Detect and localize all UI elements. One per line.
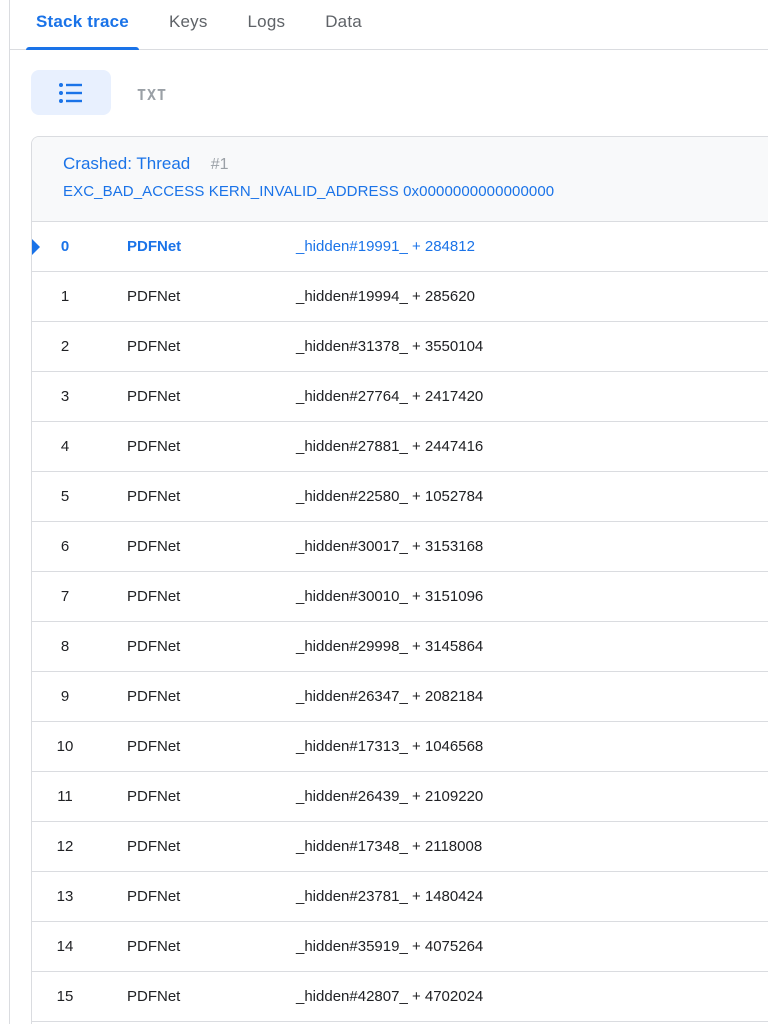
thread-number: #1 <box>210 156 229 173</box>
frame-library: PDFNet <box>127 238 182 255</box>
table-row[interactable]: 12 PDFNet _hidden#17348_ + 2118008 <box>32 822 768 872</box>
frame-symbol: _hidden#30017_ + 3153168 <box>296 538 484 555</box>
frame-index: 0 <box>60 238 70 255</box>
frame-library: PDFNet <box>127 788 181 805</box>
tab-stack-trace[interactable]: Stack trace <box>26 0 139 50</box>
crash-header[interactable]: Crashed: Thread #1 EXC_BAD_ACCESS KERN_I… <box>32 137 768 222</box>
frame-symbol: _hidden#23781_ + 1480424 <box>296 888 484 905</box>
frame-library: PDFNet <box>127 838 181 855</box>
frame-index: 3 <box>60 388 70 405</box>
frame-index: 9 <box>60 688 70 705</box>
frame-index: 6 <box>60 538 70 555</box>
frame-index: 15 <box>56 988 74 1005</box>
frame-index: 2 <box>60 338 70 355</box>
frame-library: PDFNet <box>127 938 181 955</box>
frame-symbol: _hidden#27881_ + 2447416 <box>296 438 484 455</box>
frame-library: PDFNet <box>127 988 181 1005</box>
frame-index: 4 <box>60 438 70 455</box>
frame-index: 5 <box>60 488 70 505</box>
frame-library: PDFNet <box>127 638 181 655</box>
frame-library: PDFNet <box>127 288 181 305</box>
list-icon <box>59 82 82 103</box>
table-row[interactable]: 10 PDFNet _hidden#17313_ + 1046568 <box>32 722 768 772</box>
frame-symbol: _hidden#29998_ + 3145864 <box>296 638 484 655</box>
tab-bar: Stack trace Keys Logs Data <box>10 0 768 50</box>
frame-index: 14 <box>56 938 74 955</box>
table-row[interactable]: 8 PDFNet _hidden#29998_ + 3145864 <box>32 622 768 672</box>
frame-library: PDFNet <box>127 588 181 605</box>
frame-symbol: _hidden#26347_ + 2082184 <box>296 688 484 705</box>
frame-symbol: _hidden#31378_ + 3550104 <box>296 338 484 355</box>
frame-index: 11 <box>57 788 73 805</box>
table-row[interactable]: 3 PDFNet _hidden#27764_ + 2417420 <box>32 372 768 422</box>
frame-index: 7 <box>60 588 70 605</box>
stack-trace-panel: Crashed: Thread #1 EXC_BAD_ACCESS KERN_I… <box>31 136 768 1024</box>
txt-view-button[interactable]: TXT <box>137 86 167 104</box>
frame-symbol: _hidden#19991_ + 284812 <box>296 238 475 255</box>
frame-index: 10 <box>56 738 74 755</box>
frame-symbol: _hidden#42807_ + 4702024 <box>296 988 484 1005</box>
frame-index: 13 <box>56 888 74 905</box>
frame-symbol: _hidden#35919_ + 4075264 <box>296 938 484 955</box>
table-row[interactable]: 9 PDFNet _hidden#26347_ + 2082184 <box>32 672 768 722</box>
table-row[interactable]: 0 PDFNet _hidden#19991_ + 284812 <box>32 222 768 272</box>
tab-data[interactable]: Data <box>315 0 372 49</box>
crash-detail-page: Stack trace Keys Logs Data TXT Crashed: … <box>9 0 768 1024</box>
frame-library: PDFNet <box>127 688 181 705</box>
tab-keys[interactable]: Keys <box>159 0 218 49</box>
frame-symbol: _hidden#17313_ + 1046568 <box>296 738 484 755</box>
table-row[interactable]: 1 PDFNet _hidden#19994_ + 285620 <box>32 272 768 322</box>
frame-symbol: _hidden#22580_ + 1052784 <box>296 488 484 505</box>
frame-library: PDFNet <box>127 438 181 455</box>
table-row[interactable]: 7 PDFNet _hidden#30010_ + 3151096 <box>32 572 768 622</box>
list-view-button[interactable] <box>31 70 111 115</box>
frame-symbol: _hidden#17348_ + 2118008 <box>296 838 483 855</box>
frame-index: 8 <box>60 638 70 655</box>
frame-library: PDFNet <box>127 388 181 405</box>
frame-list: 0 PDFNet _hidden#19991_ + 284812 1 PDFNet _hi… <box>32 222 768 1022</box>
frame-symbol: _hidden#26439_ + 2109220 <box>296 788 484 805</box>
tab-logs[interactable]: Logs <box>238 0 296 49</box>
table-row[interactable]: 2 PDFNet _hidden#31378_ + 3550104 <box>32 322 768 372</box>
crash-reason: EXC_BAD_ACCESS KERN_INVALID_ADDRESS 0x00… <box>63 183 555 200</box>
table-row[interactable]: 11 PDFNet _hidden#26439_ + 2109220 <box>32 772 768 822</box>
table-row[interactable]: 5 PDFNet _hidden#22580_ + 1052784 <box>32 472 768 522</box>
table-row[interactable]: 6 PDFNet _hidden#30017_ + 3153168 <box>32 522 768 572</box>
frame-symbol: _hidden#30010_ + 3151096 <box>296 588 484 605</box>
table-row[interactable]: 13 PDFNet _hidden#23781_ + 1480424 <box>32 872 768 922</box>
view-toggle-bar: TXT <box>10 50 768 136</box>
frame-library: PDFNet <box>127 538 181 555</box>
frame-library: PDFNet <box>127 738 181 755</box>
frame-symbol: _hidden#27764_ + 2417420 <box>296 388 484 405</box>
table-row[interactable]: 4 PDFNet _hidden#27881_ + 2447416 <box>32 422 768 472</box>
frame-library: PDFNet <box>127 338 181 355</box>
frame-library: PDFNet <box>127 488 181 505</box>
table-row[interactable]: 15 PDFNet _hidden#42807_ + 4702024 <box>32 972 768 1022</box>
table-row[interactable]: 14 PDFNet _hidden#35919_ + 4075264 <box>32 922 768 972</box>
frame-index: 12 <box>56 838 74 855</box>
frame-symbol: _hidden#19994_ + 285620 <box>296 288 475 305</box>
frame-library: PDFNet <box>127 888 181 905</box>
crash-title: Crashed: Thread <box>63 154 191 173</box>
frame-index: 1 <box>60 288 70 305</box>
